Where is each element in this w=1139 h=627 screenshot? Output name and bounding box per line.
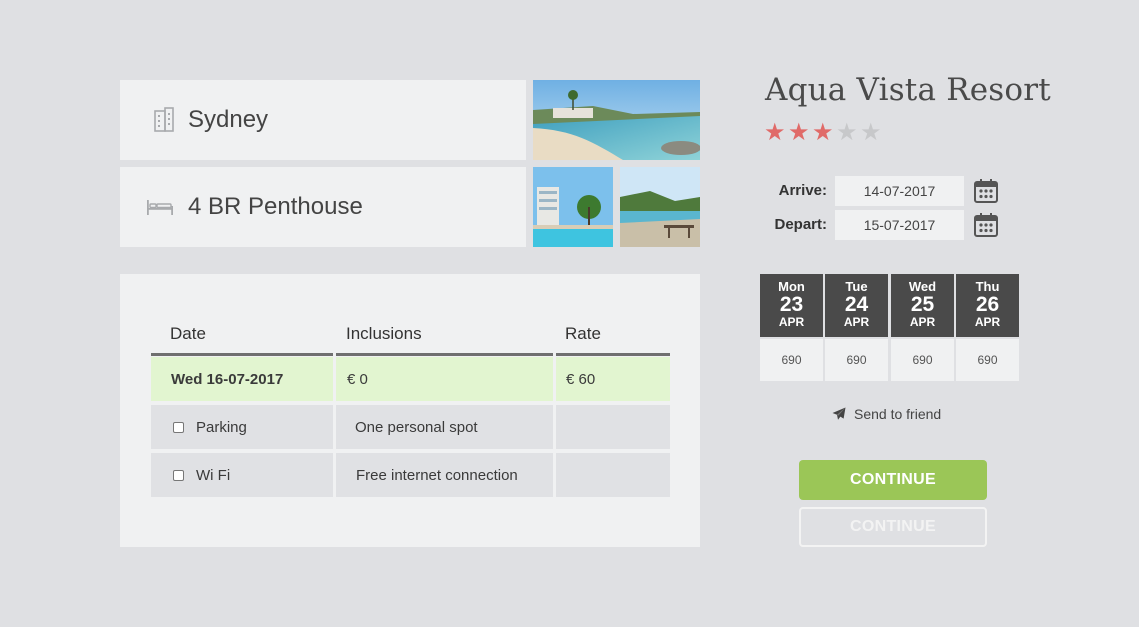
day-header-thu[interactable]: Thu 26 APR bbox=[956, 274, 1019, 337]
day-number: 24 bbox=[844, 293, 869, 316]
star-icon: ★ bbox=[836, 119, 858, 146]
header-divider bbox=[556, 353, 670, 356]
building-icon bbox=[150, 106, 178, 134]
coast-photo[interactable] bbox=[620, 167, 700, 247]
day-number: 26 bbox=[975, 293, 1000, 316]
day-header-tue[interactable]: Tue 24 APR bbox=[825, 274, 888, 337]
day-header-mon[interactable]: Mon 23 APR bbox=[760, 274, 823, 337]
day-number: 23 bbox=[779, 293, 804, 316]
day-weekday: Mon bbox=[778, 279, 805, 294]
parking-label: Parking bbox=[196, 418, 247, 436]
arrive-date-input[interactable]: 14-07-2017 bbox=[835, 176, 964, 206]
day-number: 25 bbox=[910, 293, 935, 316]
summary-date: Wed 16-07-2017 bbox=[151, 357, 333, 401]
header-divider bbox=[336, 353, 553, 356]
paper-plane-icon bbox=[832, 407, 846, 421]
arrive-calendar-icon[interactable] bbox=[973, 178, 999, 204]
star-icon: ★ bbox=[812, 119, 834, 146]
header-divider bbox=[151, 353, 333, 356]
summary-rate: € 60 bbox=[556, 357, 670, 401]
wifi-label: Wi Fi bbox=[196, 466, 231, 484]
depart-calendar-icon[interactable] bbox=[973, 212, 999, 238]
day-month: APR bbox=[778, 315, 805, 329]
pool-photo[interactable] bbox=[533, 167, 613, 247]
day-month: APR bbox=[974, 315, 1001, 329]
header-date: Date bbox=[170, 324, 206, 343]
day-month: APR bbox=[909, 315, 936, 329]
summary-inclusions: € 0 bbox=[336, 357, 553, 401]
parking-checkbox[interactable] bbox=[173, 421, 184, 433]
day-weekday: Thu bbox=[975, 279, 1000, 294]
continue-button[interactable]: CONTINUE bbox=[799, 460, 987, 500]
wifi-rate bbox=[556, 453, 670, 497]
day-price-tue[interactable]: 690 bbox=[825, 339, 888, 381]
send-to-friend-label: Send to friend bbox=[854, 406, 942, 422]
wifi-description: Free internet connection bbox=[336, 453, 553, 497]
day-price-thu[interactable]: 690 bbox=[956, 339, 1019, 381]
option-wifi[interactable]: Wi Fi bbox=[151, 453, 333, 497]
day-weekday: Wed bbox=[908, 279, 937, 294]
day-header-wed[interactable]: Wed 25 APR bbox=[891, 274, 954, 337]
day-price-wed[interactable]: 690 bbox=[891, 339, 954, 381]
option-parking[interactable]: Parking bbox=[151, 405, 333, 449]
location-field[interactable]: Sydney bbox=[120, 80, 526, 160]
location-text: Sydney bbox=[188, 106, 269, 133]
depart-date-input[interactable]: 15-07-2017 bbox=[835, 210, 964, 240]
day-weekday: Tue bbox=[845, 279, 868, 294]
star-icon: ★ bbox=[788, 119, 810, 146]
room-field[interactable]: 4 BR Penthouse bbox=[120, 167, 526, 247]
beach-photo[interactable] bbox=[533, 80, 700, 160]
day-price-mon[interactable]: 690 bbox=[760, 339, 823, 381]
arrive-label: Arrive: bbox=[778, 182, 827, 199]
room-text: 4 BR Penthouse bbox=[188, 193, 363, 220]
star-icon: ★ bbox=[764, 119, 786, 146]
parking-rate bbox=[556, 405, 670, 449]
header-rate: Rate bbox=[565, 324, 601, 343]
bed-icon bbox=[146, 193, 174, 221]
wifi-checkbox[interactable] bbox=[173, 469, 184, 481]
star-icon: ★ bbox=[860, 119, 882, 146]
parking-description: One personal spot bbox=[336, 405, 553, 449]
depart-label: Depart: bbox=[774, 216, 827, 233]
header-inclusions: Inclusions bbox=[346, 324, 422, 343]
hotel-name: Aqua Vista Resort bbox=[765, 72, 1051, 108]
day-month: APR bbox=[843, 315, 870, 329]
send-to-friend-link[interactable]: Send to friend bbox=[832, 406, 941, 422]
continue-outline-button[interactable]: CONTINUE bbox=[799, 507, 987, 547]
